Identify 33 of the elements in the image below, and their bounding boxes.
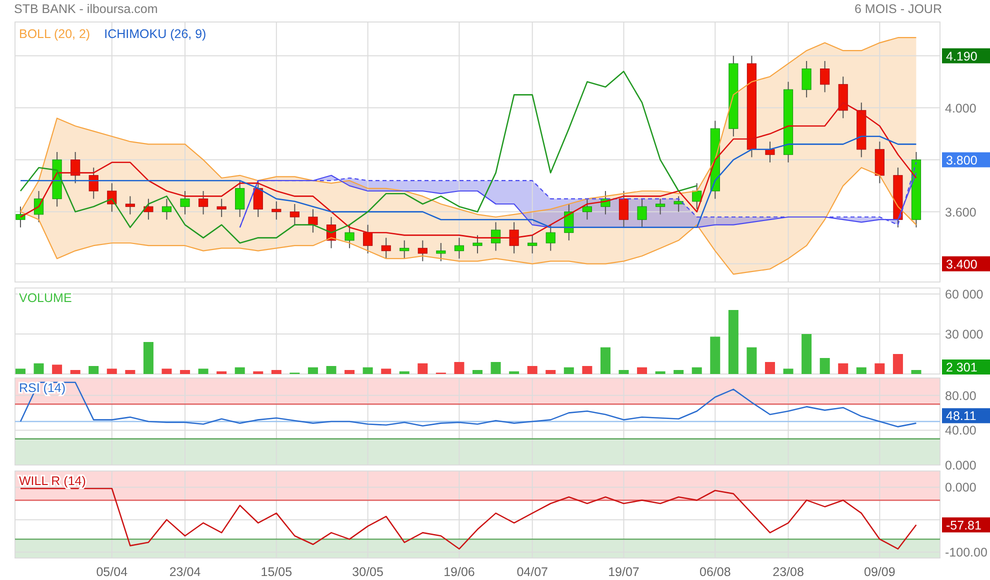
value-badge: -57.81 (942, 517, 990, 532)
axis-label: 40.00 (945, 424, 976, 438)
y-tick-label: 3.800 (946, 153, 978, 168)
axis-label: 19/06 (444, 565, 475, 579)
axis-label: 23/04 (169, 565, 201, 579)
value-badge: 3.800 (942, 152, 990, 168)
axis-label: 0.000 (945, 458, 976, 470)
axis-label: 60 000 (945, 288, 984, 302)
value-badge: 48.11 (942, 408, 990, 424)
value-badge: 4.190 (942, 48, 990, 64)
axis-label: 05/04 (96, 565, 128, 579)
indicator-label: ICHIMOKU (26, 9) (104, 27, 206, 41)
axis-label: 3.600 (945, 205, 976, 220)
axis-label: 30 000 (945, 328, 984, 342)
panel-title: WILL R (14) (19, 474, 86, 488)
period-label: 6 MOIS - JOUR (854, 2, 942, 16)
axis-label: 06/08 (700, 565, 731, 579)
value-badge: 3.400 (942, 256, 990, 272)
axis-label: 4.000 (945, 101, 976, 116)
y-tick-label: 3.400 (946, 257, 978, 272)
indicator-label: BOLL (20, 2) (19, 27, 90, 41)
axis-label: 19/07 (608, 565, 640, 579)
axis-label: 04/07 (516, 565, 548, 579)
axis-label: 15/05 (260, 565, 292, 579)
axis-label: 80.00 (945, 388, 976, 403)
axis-label: 09/09 (864, 565, 896, 579)
chart-title: STB BANK - ilboursa.com (14, 2, 158, 16)
axis-label: -100.00 (945, 546, 988, 560)
axis-label: 0.000 (945, 480, 976, 495)
value-badge: 2 301 (942, 360, 990, 374)
panel-title: VOLUME (19, 291, 72, 305)
axis-label: 23/08 (772, 565, 804, 579)
axis-label: 30/05 (352, 565, 384, 579)
